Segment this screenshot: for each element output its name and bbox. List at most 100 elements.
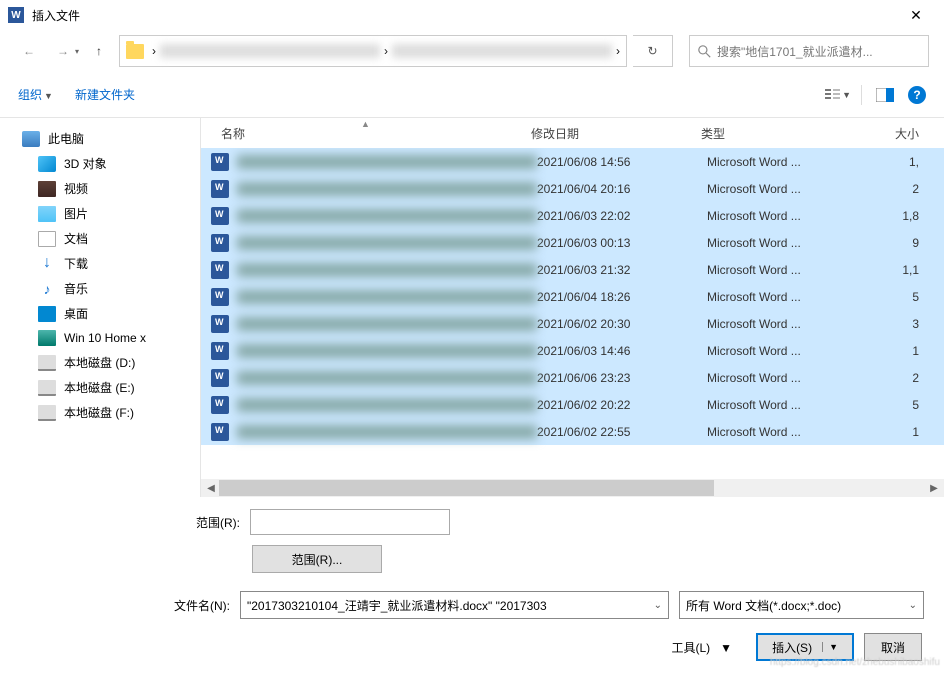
sidebar-item[interactable]: ↓ 下载	[0, 251, 200, 276]
file-date: 2021/06/03 21:32	[537, 263, 707, 277]
file-type: Microsoft Word ...	[707, 425, 862, 439]
file-row[interactable]: 2021/06/04 18:26Microsoft Word ...5	[201, 283, 944, 310]
sidebar-item-label: 本地磁盘 (E:)	[64, 379, 135, 396]
sidebar-item-label: 桌面	[64, 305, 88, 322]
ico-win-icon	[38, 330, 56, 346]
file-name	[237, 425, 537, 439]
path-segment[interactable]	[392, 44, 612, 58]
sort-indicator-icon: ▲	[361, 119, 370, 129]
word-file-icon	[211, 423, 229, 441]
sidebar-item[interactable]: 此电脑	[0, 126, 200, 151]
file-name	[237, 344, 537, 358]
organize-menu[interactable]: 组织▼	[18, 86, 53, 103]
file-size: 1,1	[862, 263, 934, 277]
word-file-icon	[211, 396, 229, 414]
file-name	[237, 290, 537, 304]
path-segment[interactable]	[160, 44, 380, 58]
ico-music-icon: ♪	[38, 281, 56, 297]
sidebar-item[interactable]: 图片	[0, 201, 200, 226]
file-row[interactable]: 2021/06/03 00:13Microsoft Word ...9	[201, 229, 944, 256]
horizontal-scrollbar[interactable]: ◀ ▶	[201, 479, 944, 497]
sidebar-item[interactable]: 本地磁盘 (F:)	[0, 400, 200, 425]
file-row[interactable]: 2021/06/03 21:32Microsoft Word ...1,1	[201, 256, 944, 283]
file-row[interactable]: 2021/06/02 20:30Microsoft Word ...3	[201, 310, 944, 337]
sidebar-item[interactable]: 文档	[0, 226, 200, 251]
sidebar-item-label: 本地磁盘 (F:)	[64, 404, 134, 421]
sidebar-item[interactable]: Win 10 Home x	[0, 326, 200, 350]
word-file-icon	[211, 288, 229, 306]
file-type: Microsoft Word ...	[707, 317, 862, 331]
file-type: Microsoft Word ...	[707, 263, 862, 277]
file-size: 1,	[862, 155, 934, 169]
help-button[interactable]: ?	[908, 86, 926, 104]
tools-menu[interactable]: 工具(L) ▼	[672, 639, 733, 656]
file-row[interactable]: 2021/06/06 23:23Microsoft Word ...2	[201, 364, 944, 391]
file-name	[237, 263, 537, 277]
file-type: Microsoft Word ...	[707, 236, 862, 250]
ico-doc-icon	[38, 231, 56, 247]
insert-dropdown-icon[interactable]: ▼	[822, 642, 838, 652]
new-folder-button[interactable]: 新建文件夹	[75, 86, 135, 103]
close-button[interactable]: ✕	[896, 0, 936, 30]
ico-dl-icon: ↓	[38, 256, 56, 272]
file-size: 3	[862, 317, 934, 331]
file-row[interactable]: 2021/06/03 14:46Microsoft Word ...1	[201, 337, 944, 364]
recent-dropdown[interactable]: ▾	[75, 47, 79, 56]
file-name	[237, 398, 537, 412]
file-row[interactable]: 2021/06/04 20:16Microsoft Word ...2	[201, 175, 944, 202]
file-row[interactable]: 2021/06/08 14:56Microsoft Word ...1,	[201, 148, 944, 175]
filename-input[interactable]: "2017303210104_汪靖宇_就业派遣材料.docx" "2017303…	[240, 591, 669, 619]
file-row[interactable]: 2021/06/03 22:02Microsoft Word ...1,8	[201, 202, 944, 229]
word-file-icon	[211, 261, 229, 279]
sidebar-item[interactable]: 本地磁盘 (E:)	[0, 375, 200, 400]
file-size: 5	[862, 290, 934, 304]
path-sep: ›	[152, 44, 156, 58]
forward-button[interactable]: →	[49, 37, 77, 65]
view-mode-button[interactable]: ▼	[825, 84, 851, 106]
column-date[interactable]: 修改日期	[531, 125, 701, 142]
ico-disk-icon	[38, 405, 56, 421]
file-type: Microsoft Word ...	[707, 371, 862, 385]
file-size: 5	[862, 398, 934, 412]
file-date: 2021/06/03 14:46	[537, 344, 707, 358]
file-list[interactable]: 2021/06/08 14:56Microsoft Word ...1,2021…	[201, 148, 944, 479]
back-button[interactable]: ←	[15, 37, 43, 65]
chevron-down-icon[interactable]: ⌄	[654, 600, 662, 611]
sidebar-item[interactable]: 3D 对象	[0, 151, 200, 176]
scroll-right-icon[interactable]: ▶	[926, 480, 942, 496]
column-name[interactable]: 名称	[211, 125, 531, 142]
file-size: 1	[862, 425, 934, 439]
ico-img-icon	[38, 206, 56, 222]
search-placeholder: 搜索"地信1701_就业派遣材...	[717, 43, 873, 60]
file-type: Microsoft Word ...	[707, 155, 862, 169]
up-button[interactable]: ↑	[85, 37, 113, 65]
sidebar-item-label: 下载	[64, 255, 88, 272]
sidebar-item[interactable]: 本地磁盘 (D:)	[0, 350, 200, 375]
window-title: 插入文件	[32, 7, 896, 24]
file-type: Microsoft Word ...	[707, 182, 862, 196]
search-input[interactable]: 搜索"地信1701_就业派遣材...	[689, 35, 929, 67]
sidebar-item[interactable]: 视频	[0, 176, 200, 201]
folder-icon	[126, 44, 144, 59]
sidebar-item[interactable]: 桌面	[0, 301, 200, 326]
preview-pane-button[interactable]	[872, 84, 898, 106]
column-type[interactable]: 类型	[701, 125, 856, 142]
refresh-button[interactable]: ↻	[633, 35, 673, 67]
file-date: 2021/06/06 23:23	[537, 371, 707, 385]
address-bar[interactable]: › › ›	[119, 35, 627, 67]
word-file-icon	[211, 153, 229, 171]
sidebar-item-label: 本地磁盘 (D:)	[64, 354, 135, 371]
file-name	[237, 209, 537, 223]
scroll-left-icon[interactable]: ◀	[203, 480, 219, 496]
range-button[interactable]: 范围(R)...	[252, 545, 382, 573]
file-date: 2021/06/02 22:55	[537, 425, 707, 439]
sidebar-item[interactable]: ♪音乐	[0, 276, 200, 301]
column-size[interactable]: 大小	[856, 125, 934, 142]
file-type-filter[interactable]: 所有 Word 文档(*.docx;*.doc) ⌄	[679, 591, 924, 619]
file-row[interactable]: 2021/06/02 22:55Microsoft Word ...1	[201, 418, 944, 445]
file-row[interactable]: 2021/06/02 20:22Microsoft Word ...5	[201, 391, 944, 418]
range-input[interactable]	[250, 509, 450, 535]
chevron-down-icon[interactable]: ⌄	[909, 600, 917, 611]
scrollbar-thumb[interactable]	[219, 480, 714, 496]
column-headers[interactable]: ▲ 名称 修改日期 类型 大小	[201, 118, 944, 148]
